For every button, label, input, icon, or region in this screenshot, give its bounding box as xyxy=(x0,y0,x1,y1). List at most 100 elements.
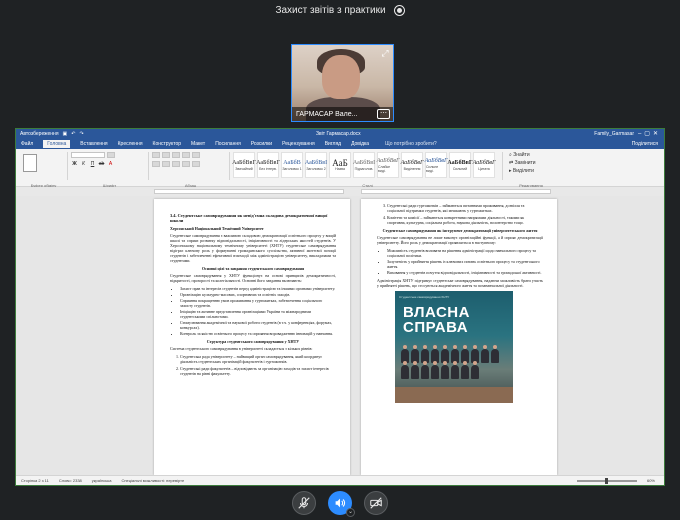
style-heading-1[interactable]: АаБбВ Заголовок 1 xyxy=(281,152,303,178)
save-icon[interactable]: ▣ xyxy=(63,131,68,137)
tab-insert[interactable]: Вставлення xyxy=(80,141,107,147)
tab-review[interactable]: Рецензування xyxy=(282,141,315,147)
redo-icon[interactable]: ↷ xyxy=(79,131,83,137)
record-icon[interactable] xyxy=(393,4,405,16)
font-color-icon[interactable]: A xyxy=(107,161,114,167)
list-item: Виховання у студентів почуття відповідал… xyxy=(387,270,543,275)
structure-intro: Система студентського самоврядування в у… xyxy=(170,346,313,352)
line-spacing-icon[interactable] xyxy=(192,161,200,167)
style-intense-emphasis[interactable]: АаБбВвГ Сильне виді. xyxy=(425,152,447,178)
photo-title-line-2: СПРАВА xyxy=(403,319,469,336)
intro-paragraph: Студентське самоврядування є важливою ск… xyxy=(170,233,336,264)
style-no-spacing[interactable]: АаБбВвГ Без інтерв. xyxy=(256,152,280,178)
document-title: Звіт Гармасар.docx xyxy=(316,131,361,137)
font-group: Ж К П ab A Шрифт xyxy=(71,152,149,188)
ruler-left-page xyxy=(154,189,344,194)
multilevel-icon[interactable] xyxy=(172,152,180,158)
expand-icon[interactable]: ⤢ xyxy=(380,48,390,58)
participant-name: ГАРМАСАР Вале... xyxy=(296,110,358,118)
photo-title: ВЛАСНА СПРАВА xyxy=(403,305,470,335)
style-normal[interactable]: АаБбВвГ Звичайний xyxy=(232,152,256,178)
list-item: Можливість студентів впливати на рішення… xyxy=(387,248,543,258)
style-title[interactable]: АаБ Назва xyxy=(329,152,351,178)
zoom-level[interactable]: 60% xyxy=(647,478,655,483)
participant-face xyxy=(322,55,360,99)
video-call-window: Захист звітів з практики ⤢ ГАРМАСАР Вале… xyxy=(0,0,680,520)
undo-icon[interactable]: ↶ xyxy=(71,131,75,137)
underline-button[interactable]: П xyxy=(89,161,96,167)
camera-button[interactable] xyxy=(364,491,388,515)
accessibility-status[interactable]: Спеціальні можливості: перевірте xyxy=(121,478,184,483)
style-quote[interactable]: АаБбВвГ Цитата xyxy=(473,152,495,178)
replace-button[interactable]: ⇄ Замінити xyxy=(509,160,552,166)
tab-layout[interactable]: Макет xyxy=(191,141,205,147)
style-strong[interactable]: АаБбВвГ Сильний xyxy=(447,152,473,178)
participant-menu-icon[interactable]: ⋯ xyxy=(377,109,390,119)
word-count[interactable]: Слово: 2338 xyxy=(59,478,82,483)
language-indicator[interactable]: українська xyxy=(92,478,112,483)
speaker-button[interactable]: ⌄ xyxy=(328,491,355,517)
zoom-slider[interactable] xyxy=(576,477,637,484)
chevron-down-icon[interactable]: ⌄ xyxy=(346,508,355,517)
tab-help[interactable]: Довідка xyxy=(351,141,369,147)
align-right-icon[interactable] xyxy=(172,161,180,167)
document-page-left[interactable]: 3.4. Студентське самоврядування як невід… xyxy=(154,199,350,475)
call-controls: ⌄ xyxy=(0,486,680,520)
list-item: Стимулювання академічної та наукової роб… xyxy=(180,320,336,330)
list-item: Студентські ради гуртожитків – займаютьс… xyxy=(387,203,543,213)
share-button[interactable]: Поділитися xyxy=(632,141,658,147)
justify-icon[interactable] xyxy=(182,161,190,167)
font-size-select[interactable] xyxy=(107,152,115,158)
editing-group: ⌕ Знайти ⇄ Замінити ▸ Виділити Редагуван… xyxy=(506,152,556,188)
person-figure xyxy=(481,345,489,363)
page-count[interactable]: Сторінка 2 з 11 xyxy=(21,478,49,483)
list-item: Комітети та комісії – займаються конкрет… xyxy=(387,215,543,225)
camera-off-icon xyxy=(370,497,382,509)
document-page-right[interactable]: Студентські ради гуртожитків – займаютьс… xyxy=(361,199,557,475)
goals-intro: Студентське самоврядування у ХНТУ функці… xyxy=(170,273,336,284)
sort-icon[interactable] xyxy=(192,152,200,158)
bullets-icon[interactable] xyxy=(152,152,160,158)
font-name-select[interactable] xyxy=(71,152,105,158)
participant-video-tile[interactable]: ⤢ ГАРМАСАР Вале... ⋯ xyxy=(291,44,394,122)
italic-button[interactable]: К xyxy=(80,161,87,167)
zoom-thumb[interactable] xyxy=(604,477,608,484)
autosave-toggle[interactable]: Автозбереження xyxy=(20,131,59,137)
horizontal-ruler[interactable] xyxy=(16,187,664,195)
tab-design[interactable]: Конструктор xyxy=(153,141,182,147)
style-heading-2[interactable]: АаБбВвІ Заголовок 2 xyxy=(305,152,327,178)
strikethrough-button[interactable]: ab xyxy=(98,161,105,167)
bold-button[interactable]: Ж xyxy=(71,161,78,167)
document-canvas[interactable]: 3.4. Студентське самоврядування як невід… xyxy=(16,196,664,476)
person-figure xyxy=(411,361,419,379)
tab-view[interactable]: Вигляд xyxy=(325,141,341,147)
find-button[interactable]: ⌕ Знайти xyxy=(509,152,552,158)
tab-references[interactable]: Посилання xyxy=(215,141,241,147)
style-subtitle[interactable]: АаБбВвІ Підзаголов. xyxy=(353,152,375,178)
numbering-icon[interactable] xyxy=(162,152,170,158)
goals-list: Захист прав та інтересів студентів перед… xyxy=(180,286,336,336)
person-figure xyxy=(401,361,409,379)
account-name[interactable]: Family_Garmasar xyxy=(594,131,634,137)
paste-icon[interactable] xyxy=(23,154,37,172)
window-controls[interactable]: –▢✕ xyxy=(638,130,661,137)
student-council-photo[interactable]: Студентське самоврядування ХНТУ ВЛАСНА С… xyxy=(395,291,513,403)
tell-me-search[interactable]: Що потрібно зробити? xyxy=(385,141,437,147)
word-status-bar: Сторінка 2 з 11 Слово: 2338 українська С… xyxy=(16,475,664,485)
style-emphasis[interactable]: АаБбВвГ Виділення xyxy=(401,152,423,178)
style-subtle-emphasis[interactable]: АаБбВвГ Слабке виді. xyxy=(377,152,399,178)
shared-screen: Автозбереження ▣ ↶ ↷ Звіт Гармасар.docx … xyxy=(15,128,665,486)
tab-mailings[interactable]: Розсилки xyxy=(251,141,272,147)
mute-button[interactable] xyxy=(292,491,316,515)
list-item: Контроль за якістю освітнього процесу та… xyxy=(180,331,336,336)
university-name: Херсонський Національний Технічний Уніве… xyxy=(170,226,264,232)
section-heading: 3.4. Студентське самоврядування як невід… xyxy=(170,213,328,224)
indent-icon[interactable] xyxy=(182,152,190,158)
align-left-icon[interactable] xyxy=(152,161,160,167)
tab-home[interactable]: Головна xyxy=(43,140,71,148)
tab-file[interactable]: Файл xyxy=(21,141,33,147)
list-item: Організацію культурно-масових, спортивни… xyxy=(180,292,336,297)
select-button[interactable]: ▸ Виділити xyxy=(509,168,552,174)
tab-draw[interactable]: Креслення xyxy=(118,141,143,147)
align-center-icon[interactable] xyxy=(162,161,170,167)
